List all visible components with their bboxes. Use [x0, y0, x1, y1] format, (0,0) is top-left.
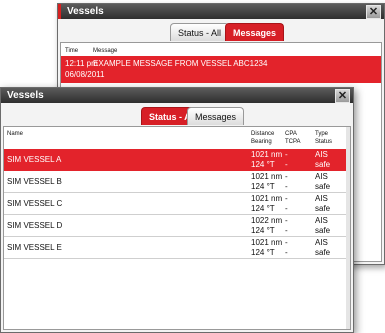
column-header-tcpa: TCPA [285, 139, 301, 145]
vessel-tcpa: - [285, 204, 288, 213]
vessel-status: safe [315, 248, 331, 257]
vessel-bearing: 124 °T [251, 160, 275, 169]
vessel-bearing: 124 °T [251, 204, 275, 213]
vessels-status-window: Vessels ✕ Status - All Messages Name Dis… [0, 87, 354, 333]
tab-bar: Status - All Messages [1, 103, 353, 125]
column-header-bearing: Bearing [251, 139, 272, 145]
message-date: 06/08/2011 [65, 70, 105, 79]
table-row[interactable]: SIM VESSEL A 1021 nm 124 °T - - AIS safe [4, 149, 350, 171]
vessel-status: safe [315, 160, 331, 169]
tab-messages[interactable]: Messages [187, 107, 245, 125]
table-row[interactable]: SIM VESSEL B 1021 nm 124 °T - - AIS safe [4, 171, 350, 193]
vessel-tcpa: - [285, 160, 288, 169]
column-header-name: Name [7, 131, 24, 137]
window-titlebar[interactable]: Vessels ✕ [58, 4, 384, 19]
column-header-status: Status [315, 139, 333, 145]
window-title: Vessels [67, 6, 104, 17]
vessel-name: SIM VESSEL D [7, 221, 63, 230]
vessels-table: Name Distance Bearing CPA TCPA Type Stat… [3, 126, 351, 330]
table-row[interactable]: 12:11 pm 06/08/2011 EXAMPLE MESSAGE FROM… [61, 56, 381, 83]
close-icon[interactable]: ✕ [335, 89, 350, 103]
tab-status-all[interactable]: Status - All [170, 23, 230, 41]
table-row[interactable]: SIM VESSEL D 1022 nm 124 °T - - AIS safe [4, 215, 350, 237]
column-header-type: Type [315, 131, 329, 137]
vessel-name: SIM VESSEL B [7, 177, 62, 186]
table-row[interactable]: SIM VESSEL C 1021 nm 124 °T - - AIS safe [4, 193, 350, 215]
vessel-tcpa: - [285, 248, 288, 257]
message-text: EXAMPLE MESSAGE FROM VESSEL ABC1234 [93, 59, 268, 68]
column-header-distance: Distance [251, 131, 275, 137]
vessel-status: safe [315, 182, 331, 191]
vessel-status: safe [315, 226, 331, 235]
vessel-tcpa: - [285, 226, 288, 235]
vessel-name: SIM VESSEL A [7, 155, 62, 164]
vessel-bearing: 124 °T [251, 226, 275, 235]
vessel-bearing: 124 °T [251, 182, 275, 191]
table-row[interactable]: SIM VESSEL E 1021 nm 124 °T - - AIS safe [4, 237, 350, 259]
vessel-status: safe [315, 204, 331, 213]
column-header-message: Message [93, 48, 118, 54]
window-title: Vessels [7, 90, 44, 101]
vessel-name: SIM VESSEL E [7, 243, 62, 252]
vessel-name: SIM VESSEL C [7, 199, 63, 208]
vessel-tcpa: - [285, 182, 288, 191]
column-header-time: Time [65, 48, 79, 54]
window-titlebar[interactable]: Vessels ✕ [1, 88, 353, 103]
scrollbar[interactable] [346, 127, 350, 329]
tab-bar: Status - All Messages [58, 19, 384, 41]
column-header-cpa: CPA [285, 131, 297, 137]
vessel-bearing: 124 °T [251, 248, 275, 257]
close-icon[interactable]: ✕ [366, 5, 381, 19]
tab-messages[interactable]: Messages [225, 23, 285, 41]
